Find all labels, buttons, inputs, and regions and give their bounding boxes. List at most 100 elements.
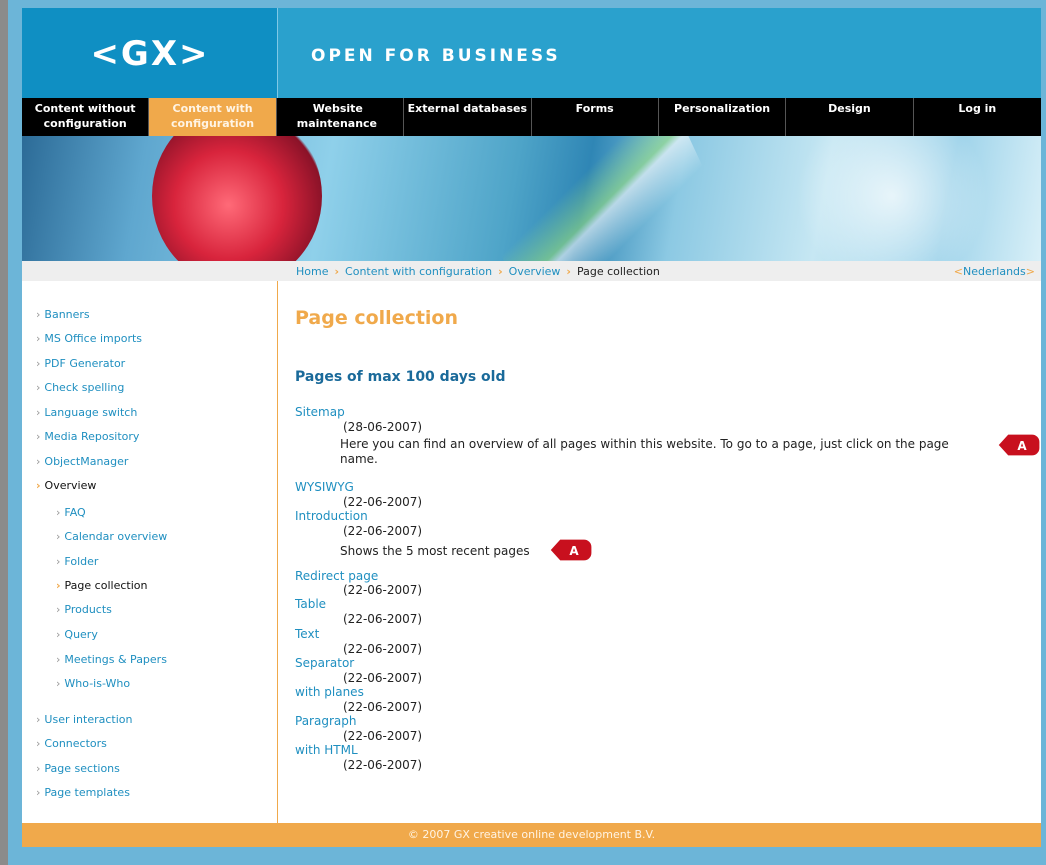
annotation-marker-icon: A [998,434,1040,456]
sidebar-item-overview[interactable]: › Overview [36,479,96,492]
annotation-marker-icon: A [550,539,592,561]
sidebar-item-label: ObjectManager [44,455,129,468]
section-title: Pages of max 100 days old [295,369,506,385]
chevron-right-icon: › [36,406,41,419]
footer-copyright: © 2007 GX creative online development B.… [407,828,656,841]
chevron-right-icon: › [36,308,41,321]
chevron-right-icon: › [36,786,41,799]
sidebar-item-label: Query [64,628,98,641]
sidebar-item-label: Products [64,603,112,616]
sidebar-item-label: Banners [44,308,90,321]
sidebar-item-label: Meetings & Papers [64,653,167,666]
left-margin [8,0,22,865]
browser-frame: <GX> OPEN FOR BUSINESS Content without c… [0,0,1046,865]
chevron-right-icon: › [36,381,41,394]
sidebar-item-pdf-generator[interactable]: › PDF Generator [36,357,125,370]
sidebar-item-banners[interactable]: › Banners [36,308,90,321]
sidebar-subitem-faq[interactable]: › FAQ [56,506,86,519]
breadcrumb-separator-icon: › [334,265,340,278]
sidebar-subitem-meetings-papers[interactable]: › Meetings & Papers [56,653,167,666]
sidebar-item-page-templates[interactable]: › Page templates [36,786,130,799]
nav-label-line2: configuration [43,117,127,130]
sidebar-subitem-folder[interactable]: › Folder [56,555,98,568]
nav-design[interactable]: Design [786,98,914,136]
chevron-right-icon: › [56,653,61,666]
page-date: (22-06-2007) [343,524,423,538]
nav-website-maintenance[interactable]: Website maintenance [277,98,405,136]
nav-label-line1: Content without [34,102,136,115]
nav-label-line1: Forms [575,102,614,115]
chevron-right-icon: › [56,603,61,616]
breadcrumb-content-with-configuration[interactable]: Content with configuration [345,265,492,278]
sidebar-subitem-products[interactable]: › Products [56,603,112,616]
nav-personalization[interactable]: Personalization [659,98,787,136]
page-link-with-planes[interactable]: with planes [295,685,364,699]
page: <GX> OPEN FOR BUSINESS Content without c… [22,8,1041,855]
sidebar-item-media-repository[interactable]: › Media Repository [36,430,139,443]
banner-decoration [152,136,322,261]
page-link-paragraph[interactable]: Paragraph [295,714,356,728]
sidebar-item-label: Folder [64,555,99,568]
sidebar-subitem-who-is-who[interactable]: › Who-is-Who [56,677,130,690]
page-date: (28-06-2007) [343,420,423,434]
page-link-wysiwyg[interactable]: WYSIWYG [295,480,354,494]
sidebar-item-language-switch[interactable]: › Language switch [36,406,137,419]
breadcrumb-home[interactable]: Home [296,265,328,278]
logo-box: <GX> [22,8,278,98]
sidebar-item-ms-office-imports[interactable]: › MS Office imports [36,332,142,345]
page-date: (22-06-2007) [343,758,423,772]
page-link-introduction[interactable]: Introduction [295,509,368,523]
breadcrumb-separator-icon: › [498,265,503,278]
nav-content-without-configuration[interactable]: Content without configuration [22,98,150,136]
marker-label: A [569,544,579,558]
banner-decoration [782,136,1002,261]
page-title: Page collection [295,307,459,329]
sidebar-item-label: User interaction [44,713,133,726]
sidebar-item-page-sections[interactable]: › Page sections [36,762,120,775]
chevron-right-icon: › [36,737,41,750]
breadcrumb-current: Page collection [576,265,660,278]
breadcrumb-separator-icon: › [566,265,571,278]
page-link-with-html[interactable]: with HTML [295,743,358,757]
bottom-strip [22,847,1041,855]
breadcrumb-overview[interactable]: Overview [509,265,561,278]
language-switch-label: Nederlands [963,265,1026,278]
main-content: Page collection Pages of max 100 days ol… [295,281,1040,823]
language-bracket-open: < [953,265,964,278]
page-link-table[interactable]: Table [295,597,326,611]
sidebar-subitem-calendar-overview[interactable]: › Calendar overview [56,530,167,543]
page-link-text[interactable]: Text [295,627,319,641]
page-link-separator[interactable]: Separator [295,656,354,670]
sidebar-item-label: Media Repository [44,430,140,443]
chevron-right-icon: › [36,332,41,345]
sidebar-item-label: Page collection [64,579,148,592]
nav-label-line1: Content with [172,102,253,115]
sidebar-item-objectmanager[interactable]: › ObjectManager [36,455,128,468]
nav-forms[interactable]: Forms [532,98,659,136]
sidebar-item-check-spelling[interactable]: › Check spelling [36,381,124,394]
tagline: OPEN FOR BUSINESS [311,46,561,66]
chevron-right-icon: › [36,430,41,443]
nav-log-in[interactable]: Log in [914,98,1041,136]
marker-label: A [1017,439,1027,453]
page-link-redirect-page[interactable]: Redirect page [295,569,378,583]
sidebar-item-user-interaction[interactable]: › User interaction [36,713,132,726]
logo[interactable]: <GX> [22,34,278,74]
sidebar-item-label: FAQ [64,506,86,519]
language-switch[interactable]: <Nederlands> [954,265,1035,278]
page-link-sitemap[interactable]: Sitemap [295,405,345,419]
page-date: (22-06-2007) [343,729,423,743]
page-date: (22-06-2007) [343,642,423,656]
footer: © 2007 GX creative online development B.… [22,823,1041,847]
nav-content-with-configuration[interactable]: Content with configuration [149,98,277,136]
nav-label-line1: Website [312,102,363,115]
nav-label-line2: maintenance [296,117,378,130]
nav-label-line1: Design [828,102,871,115]
nav-label-line1: Personalization [674,102,771,115]
sidebar-item-connectors[interactable]: › Connectors [36,737,107,750]
chevron-right-icon: › [36,479,41,492]
sidebar-subitem-query[interactable]: › Query [56,628,98,641]
nav-external-databases[interactable]: External databases [404,98,532,136]
page-description: Shows the 5 most recent pages [340,544,530,558]
sidebar-subitem-page-collection[interactable]: › Page collection [56,579,147,592]
